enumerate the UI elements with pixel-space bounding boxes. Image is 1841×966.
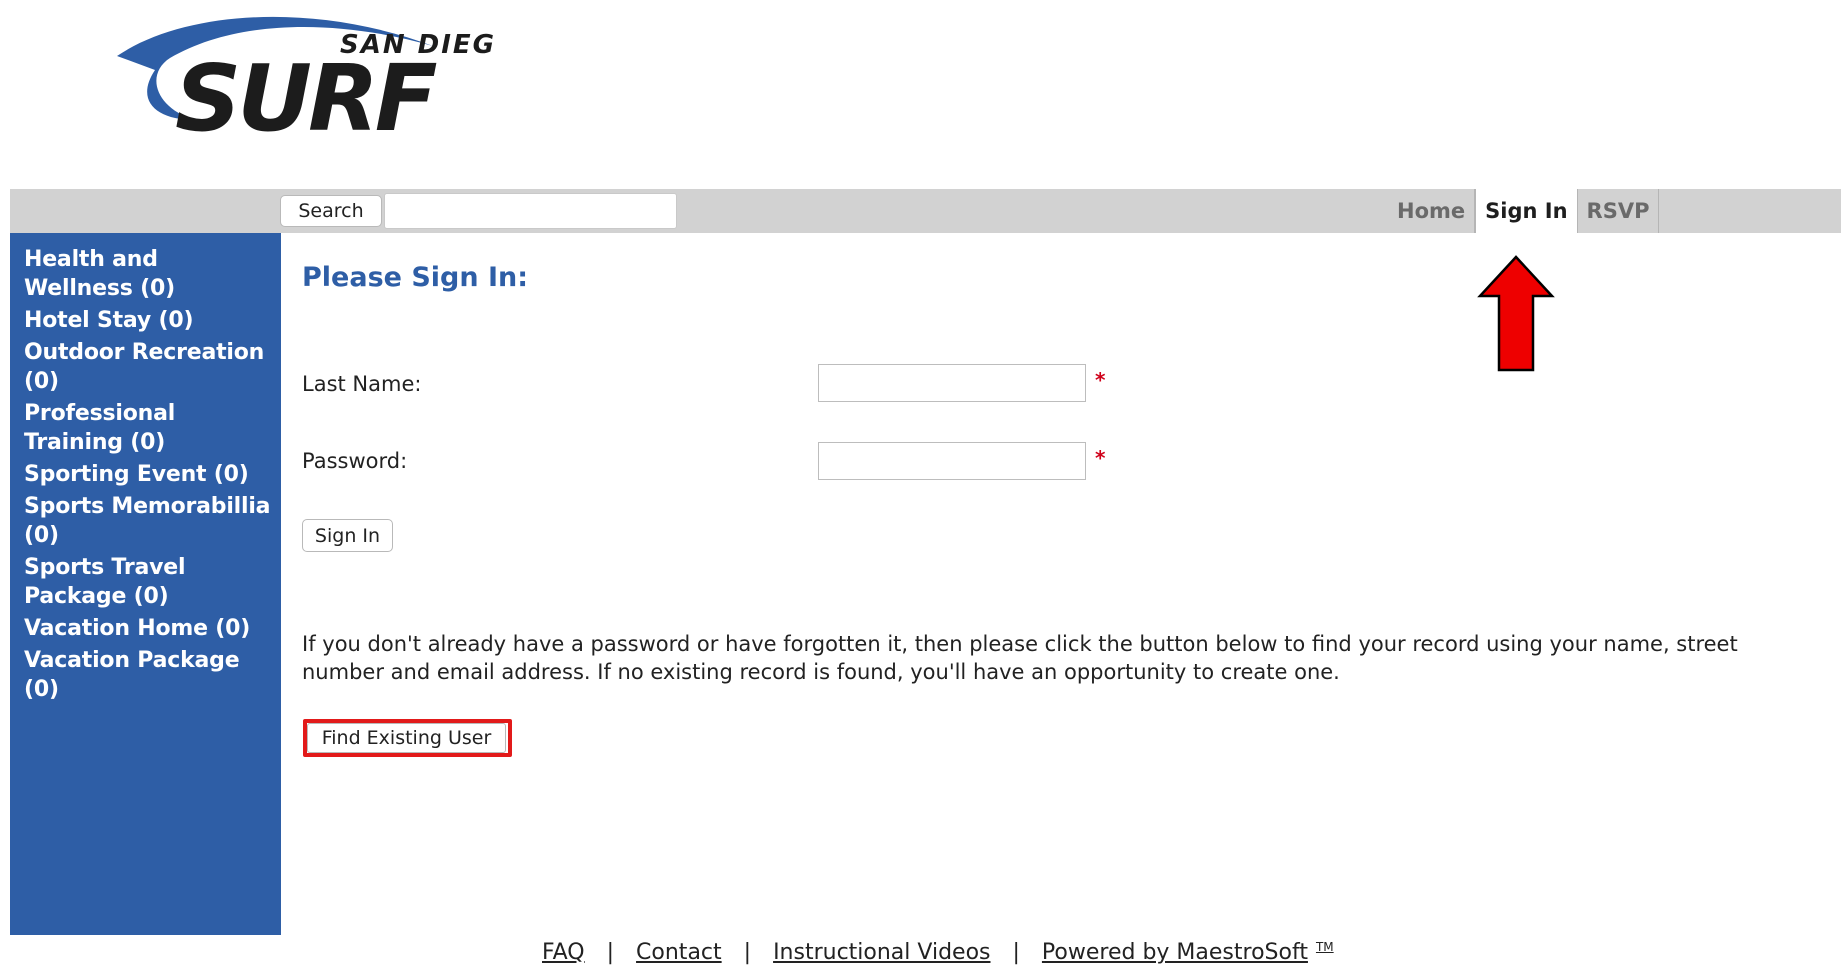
sidebar-item-outdoor-recreation[interactable]: Outdoor Recreation (0) <box>24 338 271 396</box>
password-label: Password: <box>302 449 408 473</box>
password-required-marker: * <box>1095 446 1106 470</box>
footer-contact-link[interactable]: Contact <box>636 940 722 965</box>
find-user-highlight-box <box>303 719 512 757</box>
search-button[interactable]: Search <box>280 195 382 227</box>
footer-separator: | <box>606 940 615 965</box>
footer-separator: | <box>1012 940 1020 965</box>
sidebar-item-sports-travel-package[interactable]: Sports Travel Package (0) <box>24 553 271 611</box>
top-nav-bar: Search Home Sign In RSVP <box>10 189 1841 233</box>
last-name-field[interactable] <box>818 364 1086 402</box>
nav-links: Home Sign In RSVP <box>1388 189 1660 233</box>
sidebar-item-sporting-event[interactable]: Sporting Event (0) <box>24 460 271 489</box>
footer-powered-by-link[interactable]: Powered by MaestroSoft <box>1042 940 1308 965</box>
nav-rsvp-link[interactable]: RSVP <box>1578 189 1660 233</box>
footer-instructional-videos-link[interactable]: Instructional Videos <box>773 940 990 965</box>
page-title: Please Sign In: <box>302 262 529 293</box>
san-diego-surf-logo: SAN DIEGO SURF <box>117 16 495 138</box>
category-sidebar: Health and Wellness (0) Hotel Stay (0) O… <box>10 233 281 935</box>
search-input[interactable] <box>384 193 677 229</box>
sidebar-item-professional-training[interactable]: Professional Training (0) <box>24 399 271 457</box>
sign-in-button[interactable]: Sign In <box>302 519 393 552</box>
last-name-required-marker: * <box>1095 368 1106 392</box>
logo-brand-text: SURF <box>175 45 437 138</box>
find-user-instructions: If you don't already have a password or … <box>302 632 1738 684</box>
sidebar-item-hotel-stay[interactable]: Hotel Stay (0) <box>24 306 271 335</box>
up-arrow-icon <box>1477 255 1555 372</box>
sidebar-item-sports-memorabilia[interactable]: Sports Memorabillia (0) <box>24 492 271 550</box>
sidebar-item-vacation-package[interactable]: Vacation Package (0) <box>24 646 271 704</box>
footer: FAQ | Contact | Instructional Videos | P… <box>542 940 1334 966</box>
sidebar-item-vacation-home[interactable]: Vacation Home (0) <box>24 614 271 643</box>
footer-separator: | <box>743 940 752 965</box>
footer-faq-link[interactable]: FAQ <box>542 940 585 965</box>
nav-home-link[interactable]: Home <box>1388 189 1476 233</box>
sidebar-item-health-and-wellness[interactable]: Health and Wellness (0) <box>24 245 271 303</box>
nav-sign-in-link[interactable]: Sign In <box>1475 189 1578 233</box>
trademark-mark: TM <box>1315 940 1334 954</box>
password-field[interactable] <box>818 442 1086 480</box>
last-name-label: Last Name: <box>302 372 422 396</box>
